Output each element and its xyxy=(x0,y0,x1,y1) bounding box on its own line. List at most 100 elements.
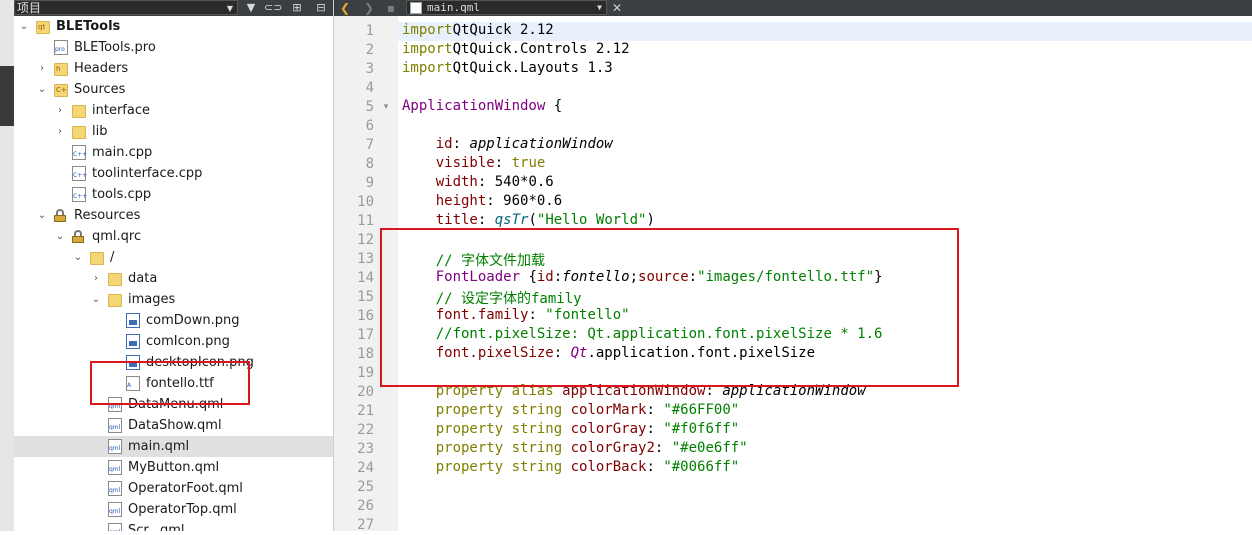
qml-file-icon: qml xyxy=(108,502,122,517)
chevron-down-icon[interactable]: ⌄ xyxy=(36,79,48,100)
project-badge-icon: qt xyxy=(38,23,46,31)
close-pane-icon[interactable]: ⊟ xyxy=(312,1,330,15)
line-number: 6 xyxy=(365,118,374,134)
tree-item[interactable]: qml DataShow.qml xyxy=(14,415,333,436)
open-file-name: main.qml xyxy=(427,1,480,14)
chevron-down-icon[interactable]: ⌄ xyxy=(72,247,84,268)
tree-item[interactable]: comIcon.png xyxy=(14,331,333,352)
chevron-right-icon[interactable]: › xyxy=(54,121,66,142)
tree-item[interactable]: comDown.png xyxy=(14,310,333,331)
tree-item-label: images xyxy=(128,292,176,307)
tree-item[interactable]: ⌄ qml.qrc xyxy=(14,226,333,247)
cpp-file-icon: C++ xyxy=(72,166,87,181)
sources-badge-icon: C+ xyxy=(56,86,67,94)
code-line: height: 960*0.6 xyxy=(402,193,562,212)
code-token: "#66FF00" xyxy=(663,402,740,418)
code-token: QtQuick 2.12 xyxy=(452,22,554,38)
chevron-down-icon[interactable]: ⌄ xyxy=(36,205,48,226)
tree-item[interactable]: › h Headers xyxy=(14,58,333,79)
tree-item[interactable]: ⌄ C+ Sources xyxy=(14,79,333,100)
forward-arrow-icon[interactable]: ❯ xyxy=(362,0,376,16)
chevron-down-icon[interactable]: ⌄ xyxy=(54,226,66,247)
chevron-right-icon[interactable]: › xyxy=(90,268,102,289)
line-number: 3 xyxy=(365,61,374,77)
tree-item-label: Scr...qml xyxy=(128,523,185,531)
line-number: 22 xyxy=(357,422,374,438)
chevron-down-icon[interactable]: ⌄ xyxy=(18,16,30,37)
tree-item-label: BLETools.pro xyxy=(74,40,156,55)
tree-item[interactable]: ⌄ / xyxy=(14,247,333,268)
line-number: 23 xyxy=(357,441,374,457)
code-token: property string xyxy=(435,421,563,437)
tree-item[interactable]: C++ toolinterface.cpp xyxy=(14,163,333,184)
editor-toolbar: ❮ ❯ ▪ main.qml ▼ ✕ xyxy=(334,0,1252,16)
back-arrow-icon[interactable]: ❮ xyxy=(338,0,352,16)
line-number: 11 xyxy=(357,213,374,229)
tree-item[interactable]: C++ tools.cpp xyxy=(14,184,333,205)
folder-icon xyxy=(72,105,86,118)
image-file-icon xyxy=(126,334,140,349)
tree-item[interactable]: pro BLETools.pro xyxy=(14,37,333,58)
qml-file-icon xyxy=(410,2,422,14)
tree-item-label: tools.cpp xyxy=(92,187,152,202)
tree-item[interactable]: ⌄ images xyxy=(14,289,333,310)
tree-item-label: Headers xyxy=(74,61,129,76)
tree-item[interactable]: ⌄ Resources xyxy=(14,205,333,226)
tree-item[interactable]: qml main.qml xyxy=(14,436,333,457)
open-file-selector[interactable]: main.qml ▼ xyxy=(406,0,607,15)
chevron-right-icon[interactable]: › xyxy=(54,100,66,121)
line-number: 19 xyxy=(357,365,374,381)
tree-item[interactable]: › lib xyxy=(14,121,333,142)
tree-item[interactable]: qml OperatorTop.qml xyxy=(14,499,333,520)
tree-item[interactable]: ⌄ qt BLETools xyxy=(14,16,333,37)
code-token: ( xyxy=(528,212,537,228)
file-type-tag: C++ xyxy=(73,193,88,200)
chevron-right-icon[interactable]: › xyxy=(36,58,48,79)
tree-item-label: main.cpp xyxy=(92,145,153,160)
folder-icon xyxy=(72,126,86,139)
chevron-down-icon: ▼ xyxy=(597,3,602,12)
tree-item[interactable]: qml MyButton.qml xyxy=(14,457,333,478)
qml-file-icon: qml xyxy=(108,460,122,475)
code-line: importQtQuick 2.12 xyxy=(402,22,554,41)
tree-item-label: Sources xyxy=(74,82,126,97)
qrc-file-icon xyxy=(72,230,84,243)
code-line: property string colorGray: "#f0f6ff" xyxy=(402,421,739,440)
line-number: 2 xyxy=(365,42,374,58)
fold-marker-icon[interactable]: ▾ xyxy=(380,98,392,117)
line-number: 17 xyxy=(357,327,374,343)
tree-item[interactable]: C++ main.cpp xyxy=(14,142,333,163)
filter-icon[interactable]: ▼ xyxy=(242,1,260,15)
code-token: : xyxy=(452,136,470,152)
headers-icon: h xyxy=(54,63,68,76)
line-number: 24 xyxy=(357,460,374,476)
tree-item-label: data xyxy=(128,271,158,286)
file-type-tag: pro xyxy=(55,46,65,53)
close-icon[interactable]: ✕ xyxy=(610,0,624,16)
code-line: ApplicationWindow { xyxy=(402,98,562,117)
chevron-down-icon[interactable]: ⌄ xyxy=(90,289,102,310)
line-number: 15 xyxy=(357,289,374,305)
folder-icon xyxy=(108,294,122,307)
tree-item[interactable]: qml Scr...qml xyxy=(14,520,333,531)
project-view-selector[interactable]: 项目 ▼ xyxy=(14,0,238,15)
code-token: : xyxy=(646,421,664,437)
code-line: importQtQuick.Layouts 1.3 xyxy=(402,60,613,79)
tree-item[interactable]: › interface xyxy=(14,100,333,121)
folder-icon xyxy=(108,273,122,286)
tree-item[interactable]: qml OperatorFoot.qml xyxy=(14,478,333,499)
code-token: id xyxy=(435,136,453,152)
code-token: "#f0f6ff" xyxy=(663,421,740,437)
tree-item[interactable]: › data xyxy=(14,268,333,289)
line-number: 14 xyxy=(357,270,374,286)
tree-item-label: DataShow.qml xyxy=(128,418,222,433)
lock-icon: ▪ xyxy=(386,1,396,15)
link-icon[interactable]: ⊂⊃ xyxy=(264,1,282,15)
line-number: 12 xyxy=(357,232,374,248)
code-line: width: 540*0.6 xyxy=(402,174,554,193)
split-icon[interactable]: ⊞ xyxy=(288,1,306,15)
